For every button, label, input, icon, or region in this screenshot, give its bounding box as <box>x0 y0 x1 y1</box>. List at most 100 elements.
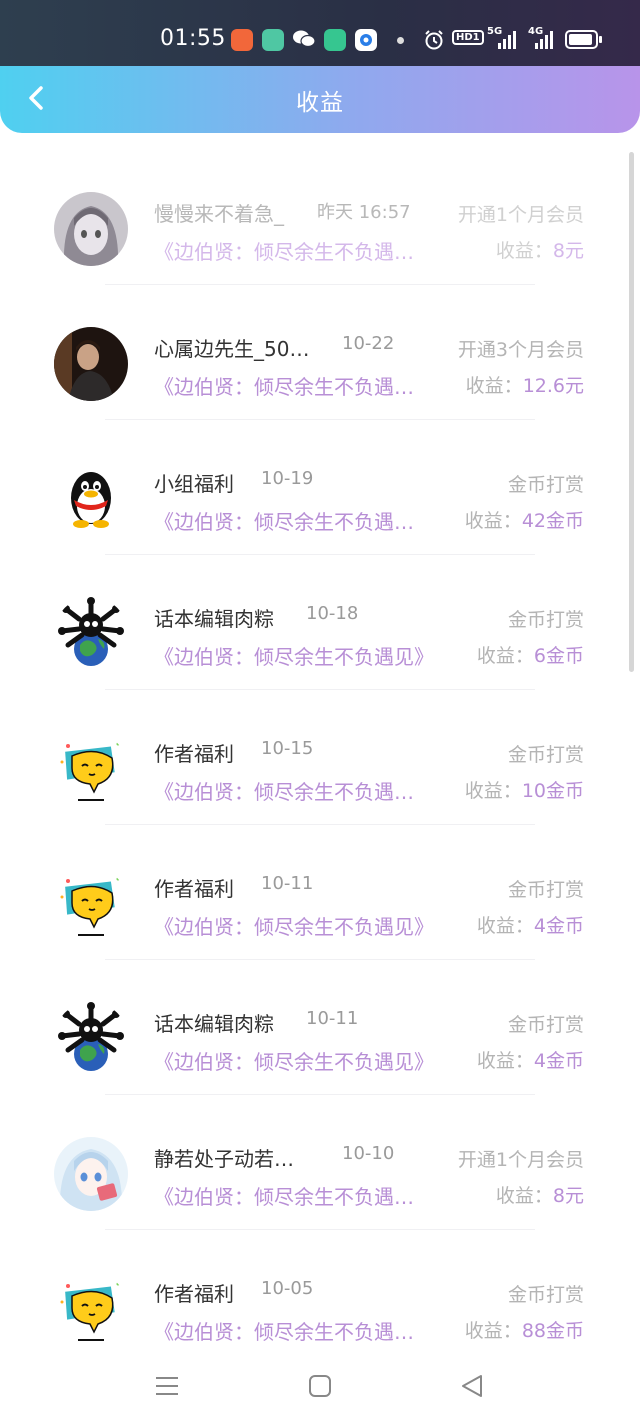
income-record-row[interactable]: 心属边先生_50… 10-22 开通3个月会员《边伯贤：倾尽余生不负遇… 收益：12.… <box>0 285 640 420</box>
book-title-link[interactable]: 《边伯贤：倾尽余生不负遇见》 <box>154 911 434 940</box>
book-title-link[interactable]: 《边伯贤：倾尽余生不负遇… <box>154 1181 414 1210</box>
income-type: 金币打赏 <box>507 609 584 631</box>
record-date: 10-15 <box>261 738 314 759</box>
avatar[interactable] <box>54 192 128 266</box>
app-notification-icon <box>355 29 377 51</box>
book-title-link[interactable]: 《边伯贤：倾尽余生不负遇… <box>154 1316 414 1345</box>
income-label: 收益： <box>464 780 522 802</box>
income-amount: 收益：12.6元 <box>466 371 584 398</box>
income-record-row[interactable]: 作者福利 10-15 金币打赏《边伯贤：倾尽余生不负遇… 收益：10金币 <box>0 690 640 825</box>
income-record-row[interactable]: 话本编辑肉粽 10-11 金币打赏《边伯贤：倾尽余生不负遇见》 收益：4金币 <box>0 960 640 1095</box>
status-time: 01:55 <box>160 26 226 51</box>
income-value: 42金币 <box>521 510 584 532</box>
avatar[interactable] <box>54 1272 128 1346</box>
scrollbar[interactable] <box>629 152 634 672</box>
income-amount: 收益：42金币 <box>465 506 584 533</box>
book-title-link[interactable]: 《边伯贤：倾尽余生不负遇见》 <box>154 641 434 670</box>
income-label: 收益： <box>476 1050 534 1072</box>
record-date: 10-10 <box>342 1143 395 1164</box>
alarm-icon <box>423 29 445 55</box>
menu-button[interactable] <box>147 1368 187 1404</box>
income-type: 开通3个月会员 <box>457 339 584 361</box>
income-amount: 收益：4金币 <box>477 1046 584 1073</box>
record-date: 10-19 <box>261 468 314 489</box>
income-label: 收益： <box>495 1185 553 1207</box>
page-title: 收益 <box>296 90 344 116</box>
notification-dot <box>397 37 404 44</box>
avatar[interactable] <box>54 1137 128 1211</box>
battery-icon <box>565 30 602 49</box>
avatar[interactable] <box>54 327 128 401</box>
user-name: 话本编辑肉粽 <box>154 607 274 631</box>
record-date: 10-05 <box>261 1278 314 1299</box>
record-date: 10-18 <box>306 603 359 624</box>
record-date: 10-11 <box>306 1008 359 1029</box>
income-value: 4金币 <box>533 915 584 937</box>
income-record-row[interactable]: 作者福利 10-05 金币打赏《边伯贤：倾尽余生不负遇… 收益：88金币 <box>0 1230 640 1350</box>
income-value: 8元 <box>552 1185 584 1207</box>
record-date: 10-22 <box>342 333 395 354</box>
income-record-row[interactable]: 慢慢来不着急_ 昨天 16:57 开通1个月会员《边伯贤：倾尽余生不负遇… 收益：8元 <box>0 150 640 285</box>
avatar[interactable] <box>54 462 128 536</box>
income-type: 金币打赏 <box>507 879 584 901</box>
income-amount: 收益：6金币 <box>477 641 584 668</box>
user-name: 慢慢来不着急_ <box>154 202 284 226</box>
user-name: 作者福利 <box>154 1282 234 1306</box>
app-notification-icon <box>324 29 346 51</box>
record-date: 昨天 16:57 <box>317 202 411 223</box>
income-amount: 收益：8元 <box>496 1181 584 1208</box>
menu-icon <box>156 1377 178 1395</box>
income-value: 4金币 <box>533 1050 584 1072</box>
top-app-bar: 收益 <box>0 66 640 133</box>
book-title-link[interactable]: 《边伯贤：倾尽余生不负遇见》 <box>154 1046 434 1075</box>
home-square-icon <box>309 1375 331 1397</box>
user-name: 作者福利 <box>154 742 234 766</box>
signal-icon <box>496 30 518 54</box>
income-label: 收益： <box>495 240 553 262</box>
avatar[interactable] <box>54 867 128 941</box>
user-name: 心属边先生_50… <box>154 337 310 361</box>
income-amount: 收益：88金币 <box>465 1316 584 1343</box>
income-type: 金币打赏 <box>507 744 584 766</box>
income-type: 金币打赏 <box>507 1284 584 1306</box>
income-list[interactable]: 慢慢来不着急_ 昨天 16:57 开通1个月会员 《边伯贤：倾尽余生不负遇… 收益：8元… <box>0 150 640 1350</box>
nav-back-button[interactable] <box>452 1368 492 1404</box>
income-amount: 收益：4金币 <box>477 911 584 938</box>
income-record-row[interactable]: 小组福利 10-19 金币打赏《边伯贤：倾尽余生不负遇… 收益：42金币 <box>0 420 640 555</box>
income-amount: 收益：10金币 <box>465 776 584 803</box>
user-name: 小组福利 <box>154 472 234 496</box>
record-date: 10-11 <box>261 873 314 894</box>
system-nav-bar <box>0 1350 640 1422</box>
income-type: 金币打赏 <box>507 474 584 496</box>
wechat-icon <box>292 28 316 54</box>
book-title-link[interactable]: 《边伯贤：倾尽余生不负遇… <box>154 506 414 535</box>
user-name: 作者福利 <box>154 877 234 901</box>
income-type: 金币打赏 <box>507 1014 584 1036</box>
user-name: 话本编辑肉粽 <box>154 1012 274 1036</box>
avatar[interactable] <box>54 732 128 806</box>
user-name: 静若处子动若… <box>154 1147 294 1171</box>
back-triangle-icon <box>462 1375 482 1397</box>
income-value: 6金币 <box>533 645 584 667</box>
income-type: 开通1个月会员 <box>457 204 584 226</box>
app-notification-icon <box>262 29 284 51</box>
income-label: 收益： <box>476 645 534 667</box>
book-title-link[interactable]: 《边伯贤：倾尽余生不负遇… <box>154 776 414 805</box>
income-value: 8元 <box>552 240 584 262</box>
income-amount: 收益：8元 <box>496 236 584 263</box>
app-notification-icon <box>231 29 253 51</box>
income-type: 开通1个月会员 <box>457 1149 584 1171</box>
home-button[interactable] <box>300 1368 340 1404</box>
income-record-row[interactable]: 话本编辑肉粽 10-18 金币打赏《边伯贤：倾尽余生不负遇见》 收益：6金币 <box>0 555 640 690</box>
avatar[interactable] <box>54 1002 128 1076</box>
income-label: 收益： <box>476 915 534 937</box>
income-value: 12.6元 <box>522 375 584 397</box>
book-title-link[interactable]: 《边伯贤：倾尽余生不负遇… <box>154 236 414 265</box>
hd-indicator: HD1 <box>452 30 484 45</box>
income-value: 10金币 <box>521 780 584 802</box>
income-label: 收益： <box>464 1320 522 1342</box>
income-record-row[interactable]: 静若处子动若… 10-10 开通1个月会员《边伯贤：倾尽余生不负遇… 收益：8元 <box>0 1095 640 1230</box>
income-record-row[interactable]: 作者福利 10-11 金币打赏《边伯贤：倾尽余生不负遇见》 收益：4金币 <box>0 825 640 960</box>
book-title-link[interactable]: 《边伯贤：倾尽余生不负遇… <box>154 371 414 400</box>
avatar[interactable] <box>54 597 128 671</box>
